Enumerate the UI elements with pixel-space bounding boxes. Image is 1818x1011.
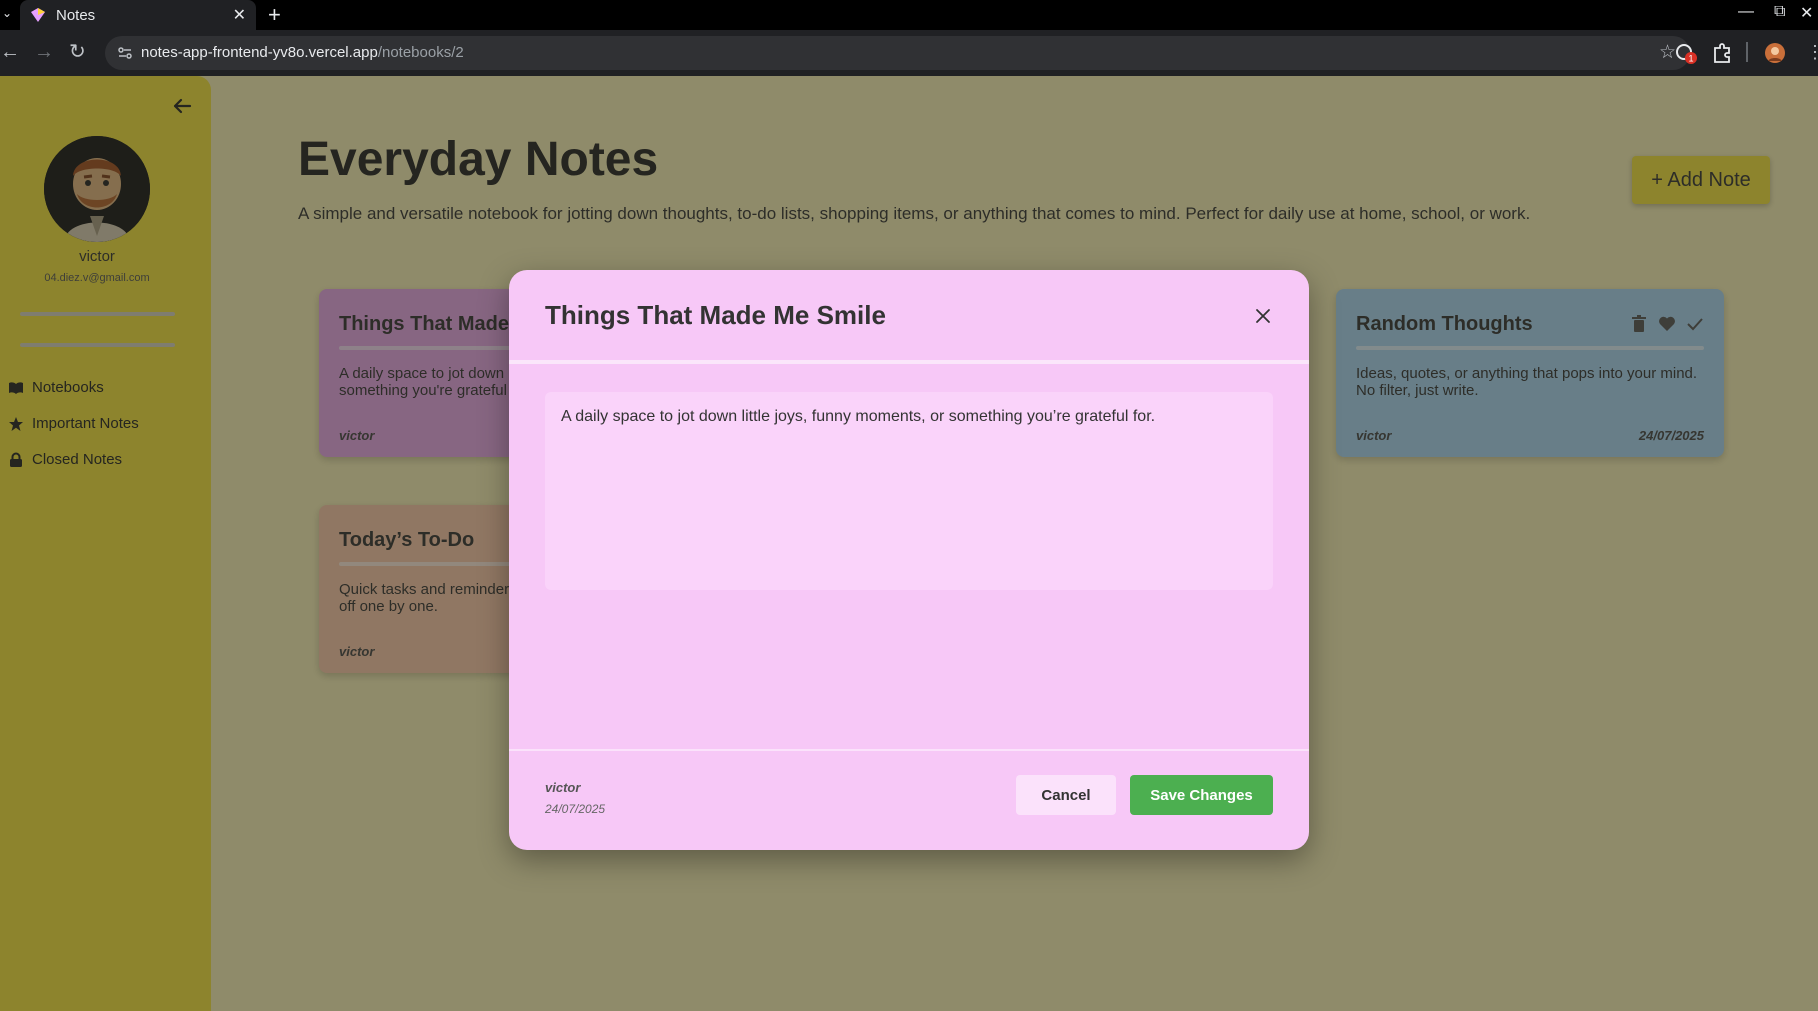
modal-divider xyxy=(509,749,1309,751)
browser-menu-icon[interactable]: ⋮ xyxy=(1806,40,1818,64)
tab-search-chevron-icon[interactable]: ⌄ xyxy=(2,6,12,20)
url-path: /notebooks/2 xyxy=(377,44,464,61)
browser-tab[interactable]: Notes ✕ xyxy=(20,0,256,30)
new-tab-icon[interactable]: + xyxy=(268,2,281,28)
vercel-favicon-icon xyxy=(31,8,45,22)
browser-tab-bar: ⌄ Notes ✕ + — ⧉ ✕ xyxy=(0,0,1818,30)
browser-toolbar: ← → ↻ notes-app-frontend-yv8o.vercel.app… xyxy=(0,30,1818,76)
site-settings-icon[interactable] xyxy=(117,45,133,61)
url-host: notes-app-frontend-yv8o.vercel.app xyxy=(141,44,378,61)
extension-badge: 1 xyxy=(1688,54,1693,64)
extensions-puzzle-icon[interactable] xyxy=(1711,42,1733,64)
modal-author: victor xyxy=(545,780,581,795)
profile-avatar-icon[interactable] xyxy=(1764,42,1786,64)
modal-title: Things That Made Me Smile xyxy=(545,300,886,330)
close-tab-icon[interactable]: ✕ xyxy=(233,5,246,25)
bookmark-star-icon[interactable]: ☆ xyxy=(1659,41,1676,64)
close-window-icon[interactable]: ✕ xyxy=(1800,3,1813,23)
forward-icon[interactable]: → xyxy=(34,40,54,64)
minimize-window-icon[interactable]: — xyxy=(1738,3,1754,21)
notes-app: victor 04.diez.v@gmail.com Notebooks Imp… xyxy=(0,76,1818,1011)
edit-note-modal: Things That Made Me Smile A daily space … xyxy=(509,270,1309,850)
modal-divider xyxy=(509,360,1309,364)
close-icon[interactable] xyxy=(1255,308,1271,324)
extension-icon[interactable]: 1 xyxy=(1675,42,1697,64)
reload-icon[interactable]: ↻ xyxy=(69,40,86,64)
restore-window-icon[interactable]: ⧉ xyxy=(1774,3,1785,21)
modal-date: 24/07/2025 xyxy=(545,802,606,816)
back-icon[interactable]: ← xyxy=(0,40,20,64)
address-bar[interactable]: notes-app-frontend-yv8o.vercel.app/noteb… xyxy=(105,36,1690,70)
toolbar-divider xyxy=(1746,42,1748,62)
note-content-textarea[interactable]: A daily space to jot down little joys, f… xyxy=(545,392,1273,590)
tab-title: Notes xyxy=(56,6,96,24)
save-changes-button[interactable]: Save Changes xyxy=(1130,775,1273,815)
cancel-button[interactable]: Cancel xyxy=(1016,775,1116,815)
url-text: notes-app-frontend-yv8o.vercel.app/noteb… xyxy=(141,44,464,61)
